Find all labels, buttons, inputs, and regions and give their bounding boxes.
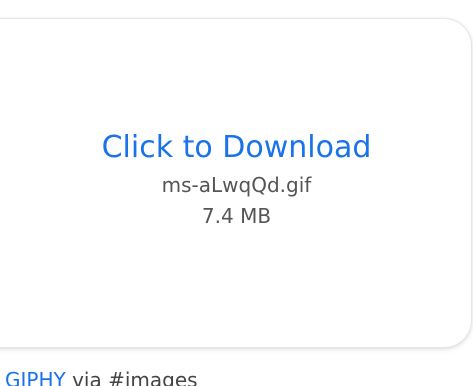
download-link[interactable]: Click to Download [102,130,372,166]
source-link[interactable]: GIPHY [5,368,66,386]
attribution-footer: GIPHY via #images [5,368,198,386]
file-card-content: Click to Download ms-aLwqQd.gif 7.4 MB [0,130,473,229]
attachment-preview: Click to Download ms-aLwqQd.gif 7.4 MB G… [0,0,473,386]
file-name: ms-aLwqQd.gif [161,173,312,197]
file-size: 7.4 MB [201,204,272,228]
via-text: via #images [72,368,198,386]
